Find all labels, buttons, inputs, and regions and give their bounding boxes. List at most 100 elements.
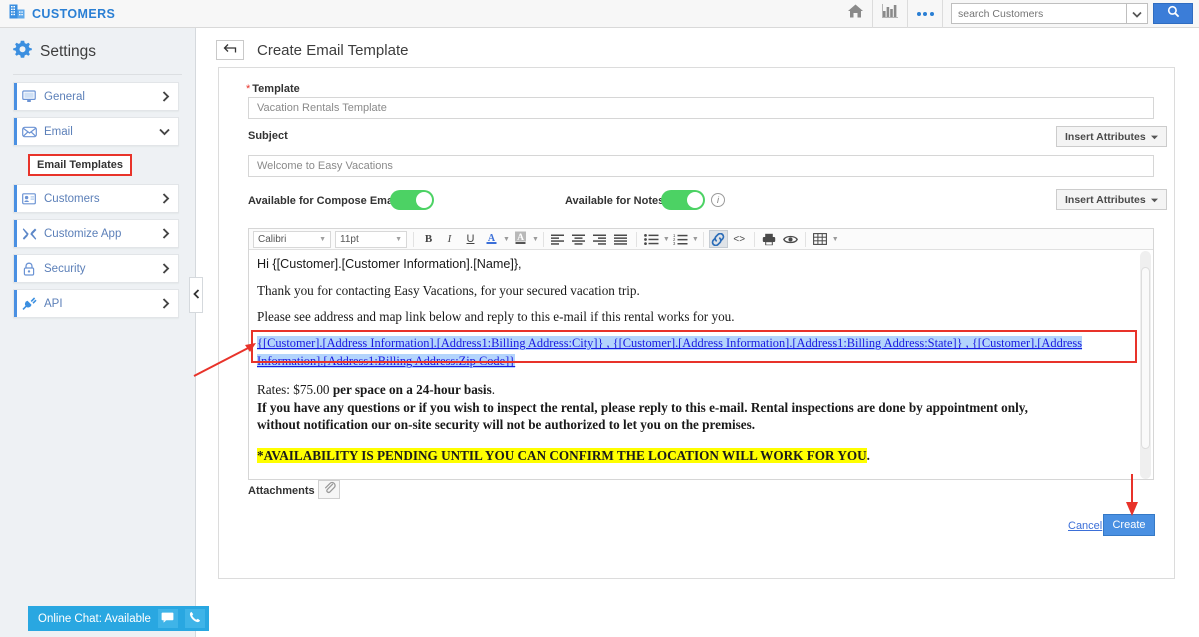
monitor-icon bbox=[14, 90, 44, 103]
caret-down-icon bbox=[1150, 131, 1158, 143]
search-input[interactable] bbox=[951, 3, 1126, 24]
info-icon[interactable]: i bbox=[711, 193, 725, 207]
table-button[interactable] bbox=[811, 230, 830, 248]
sidebar-item-label: Security bbox=[44, 262, 86, 275]
font-family-select[interactable]: Calibri ▼ bbox=[253, 230, 331, 248]
numbered-list-caret-icon[interactable]: ▼ bbox=[692, 236, 699, 243]
bold-button[interactable]: B bbox=[419, 230, 438, 248]
bullet-list-button[interactable] bbox=[642, 230, 661, 248]
font-family-value: Calibri bbox=[258, 233, 287, 245]
template-name-input[interactable] bbox=[248, 97, 1154, 119]
attach-file-button[interactable] bbox=[318, 480, 340, 499]
font-size-select[interactable]: 11pt ▼ bbox=[335, 230, 407, 248]
chat-call-button[interactable] bbox=[184, 609, 205, 628]
sidebar-item-label: Customize App bbox=[44, 227, 122, 240]
bullet-list-caret-icon[interactable]: ▼ bbox=[663, 236, 670, 243]
phone-icon bbox=[189, 610, 201, 628]
sidebar-collapse-button[interactable] bbox=[189, 277, 203, 313]
sidebar-item-general[interactable]: General bbox=[13, 82, 179, 111]
chevron-right-icon bbox=[162, 263, 170, 274]
editor-rates-line: Rates: $75.00 per space on a 24-hour bas… bbox=[257, 381, 1143, 398]
back-button[interactable] bbox=[216, 40, 244, 60]
insert-attributes-subject-button[interactable]: Insert Attributes bbox=[1056, 126, 1167, 147]
sidebar-title: Settings bbox=[40, 43, 97, 60]
print-button[interactable] bbox=[760, 230, 779, 248]
search-area bbox=[951, 3, 1193, 24]
code-brackets-icon: <> bbox=[733, 233, 746, 245]
numbered-list-button[interactable]: 1 2 3 bbox=[671, 230, 690, 248]
highlight-button[interactable]: A bbox=[511, 230, 530, 248]
app-brand[interactable]: CUSTOMERS bbox=[0, 4, 115, 24]
settings-sidebar: Settings General Email Email Templates C… bbox=[0, 28, 196, 637]
search-scope-dropdown[interactable] bbox=[1126, 3, 1148, 24]
toggle-knob bbox=[416, 192, 432, 208]
align-center-button[interactable] bbox=[570, 230, 589, 248]
sidebar-item-security[interactable]: Security bbox=[13, 254, 179, 283]
rich-text-editor: Calibri ▼ 11pt ▼ B I U A ▼ A ▼ ▼ 1 2 3 ▼… bbox=[248, 228, 1154, 480]
svg-text:3: 3 bbox=[673, 241, 676, 245]
toolbar-divider bbox=[702, 231, 704, 247]
page-title: Create Email Template bbox=[257, 41, 409, 59]
editor-policy-line-2: without notification our on-site securit… bbox=[257, 417, 756, 433]
plug-icon bbox=[14, 297, 44, 310]
home-button[interactable] bbox=[838, 0, 872, 28]
more-menu-button[interactable] bbox=[908, 0, 942, 28]
template-label: Template bbox=[252, 83, 300, 95]
sidebar-header: Settings bbox=[0, 28, 195, 72]
availability-suffix: . bbox=[866, 448, 870, 464]
editor-availability-line: *AVAILABILITY IS PENDING UNTIL YOU CAN C… bbox=[257, 447, 1143, 464]
building-icon bbox=[9, 4, 26, 24]
compose-email-toggle[interactable] bbox=[390, 190, 434, 210]
editor-toolbar: Calibri ▼ 11pt ▼ B I U A ▼ A ▼ ▼ 1 2 3 ▼… bbox=[249, 229, 1153, 250]
text-color-caret-icon[interactable]: ▼ bbox=[503, 236, 510, 243]
reports-button[interactable] bbox=[873, 0, 907, 28]
required-asterisk: * bbox=[246, 83, 251, 95]
sidebar-item-label: API bbox=[44, 297, 63, 310]
table-caret-icon[interactable]: ▼ bbox=[832, 236, 839, 243]
sidebar-item-customers[interactable]: Customers bbox=[13, 184, 179, 213]
chat-message-button[interactable] bbox=[157, 609, 178, 628]
highlight-caret-icon[interactable]: ▼ bbox=[532, 236, 539, 243]
compose-email-label: Available for Compose Email? bbox=[248, 195, 406, 207]
rates-bold-text: per space on a 24-hour basis bbox=[332, 382, 492, 398]
search-button[interactable] bbox=[1153, 3, 1193, 24]
font-size-value: 11pt bbox=[340, 233, 359, 245]
editor-content-area[interactable]: Hi {[Customer].[Customer Information].[N… bbox=[249, 250, 1153, 480]
align-right-button[interactable] bbox=[591, 230, 610, 248]
chat-bubble-icon bbox=[161, 610, 174, 628]
rates-suffix: . bbox=[491, 382, 496, 398]
underline-button[interactable]: U bbox=[461, 230, 480, 248]
more-dots-icon bbox=[916, 11, 934, 16]
align-left-button[interactable] bbox=[549, 230, 568, 248]
address-merge-field-link[interactable]: {[Customer].[Address Information].[Addre… bbox=[257, 336, 1083, 369]
toggle-knob bbox=[687, 192, 703, 208]
text-color-button[interactable]: A bbox=[482, 230, 501, 248]
sidebar-item-email-templates[interactable]: Email Templates bbox=[28, 154, 132, 176]
subject-input[interactable] bbox=[248, 155, 1154, 177]
align-justify-button[interactable] bbox=[612, 230, 631, 248]
create-button[interactable]: Create bbox=[1103, 514, 1155, 536]
sidebar-item-email[interactable]: Email bbox=[13, 117, 179, 146]
chevron-down-icon bbox=[1132, 5, 1142, 23]
cancel-button[interactable]: Cancel bbox=[1068, 520, 1102, 532]
subject-label: Subject bbox=[248, 130, 288, 142]
online-chat-widget[interactable]: Online Chat: Available bbox=[28, 606, 209, 631]
chevron-left-icon bbox=[192, 286, 200, 304]
toolbar-divider bbox=[804, 231, 806, 247]
sidebar-item-customize-app[interactable]: Customize App bbox=[13, 219, 179, 248]
preview-button[interactable] bbox=[781, 230, 800, 248]
page-header: Create Email Template bbox=[196, 28, 1199, 60]
text-color-icon: A bbox=[485, 231, 498, 248]
notes-toggle[interactable] bbox=[661, 190, 705, 210]
editor-scrollbar[interactable] bbox=[1140, 251, 1151, 479]
availability-highlighted-text: *AVAILABILITY IS PENDING UNTIL YOU CAN C… bbox=[257, 448, 867, 464]
link-button[interactable] bbox=[708, 230, 728, 248]
sidebar-item-label: General bbox=[44, 90, 85, 103]
template-label-wrap: * Template bbox=[246, 79, 300, 97]
insert-attributes-body-button[interactable]: Insert Attributes bbox=[1056, 189, 1167, 210]
editor-scrollbar-thumb[interactable] bbox=[1141, 267, 1150, 449]
italic-button[interactable]: I bbox=[440, 230, 459, 248]
sidebar-item-api[interactable]: API bbox=[13, 289, 179, 318]
highlight-icon: A bbox=[514, 231, 527, 248]
source-code-button[interactable]: <> bbox=[730, 230, 749, 248]
